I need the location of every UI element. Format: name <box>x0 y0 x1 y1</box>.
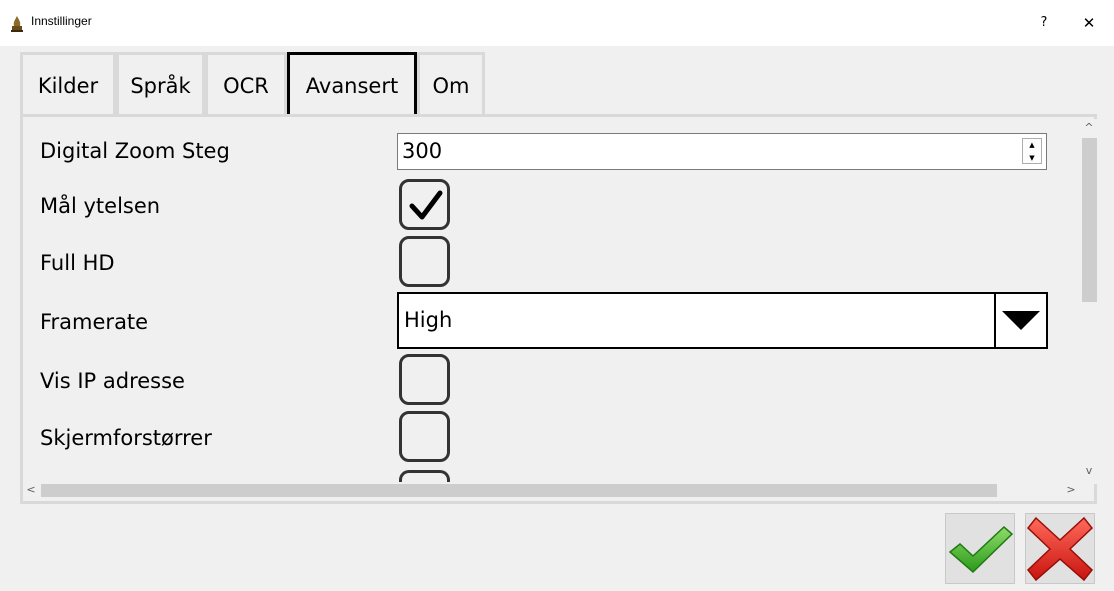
tab-om[interactable]: Om <box>417 52 485 114</box>
show-ip-checkbox[interactable] <box>399 354 450 405</box>
horizontal-scroll-thumb[interactable] <box>41 484 997 497</box>
chevron-down-icon[interactable] <box>996 294 1046 347</box>
magnifier-label: Skjermforstørrer <box>40 426 212 450</box>
scroll-left-icon[interactable]: < <box>24 483 38 498</box>
zoom-spinner[interactable]: ▲ ▼ <box>1022 138 1042 164</box>
spin-down-icon[interactable]: ▼ <box>1023 152 1041 165</box>
red-x-icon <box>1026 516 1094 582</box>
tab-ocr[interactable]: OCR <box>205 52 287 114</box>
tab-kilder[interactable]: Kilder <box>20 52 116 114</box>
spin-up-icon[interactable]: ▲ <box>1023 139 1041 152</box>
title-bar <box>0 0 1114 46</box>
ok-button[interactable] <box>945 513 1015 584</box>
cancel-button[interactable] <box>1025 513 1095 584</box>
digital-zoom-label: Digital Zoom Steg <box>40 139 230 163</box>
show-ip-label: Vis IP adresse <box>40 369 185 393</box>
checkmark-icon <box>409 190 443 220</box>
scroll-down-icon[interactable]: v <box>1081 464 1097 478</box>
full-hd-label: Full HD <box>40 251 115 275</box>
close-button[interactable]: ✕ <box>1072 8 1106 38</box>
scroll-right-icon[interactable]: > <box>1064 483 1078 498</box>
measure-performance-checkbox[interactable] <box>399 179 450 230</box>
partial-checkbox[interactable] <box>399 470 450 482</box>
measure-performance-label: Mål ytelsen <box>40 194 161 218</box>
scroll-up-icon[interactable]: ^ <box>1081 121 1097 135</box>
green-check-icon <box>948 525 1014 574</box>
magnifier-checkbox[interactable] <box>399 411 450 462</box>
framerate-select[interactable]: High <box>397 292 1048 349</box>
full-hd-checkbox[interactable] <box>399 236 450 287</box>
flame-icon <box>10 16 24 32</box>
window-title: Innstillinger <box>31 14 92 28</box>
vertical-scroll-thumb[interactable] <box>1082 138 1097 302</box>
tab-avansert[interactable]: Avansert <box>287 52 417 115</box>
help-button[interactable]: ? <box>1027 8 1061 38</box>
framerate-label: Framerate <box>40 310 149 334</box>
tab-sprak[interactable]: Språk <box>116 52 205 114</box>
digital-zoom-input[interactable]: 300 <box>397 133 1047 170</box>
